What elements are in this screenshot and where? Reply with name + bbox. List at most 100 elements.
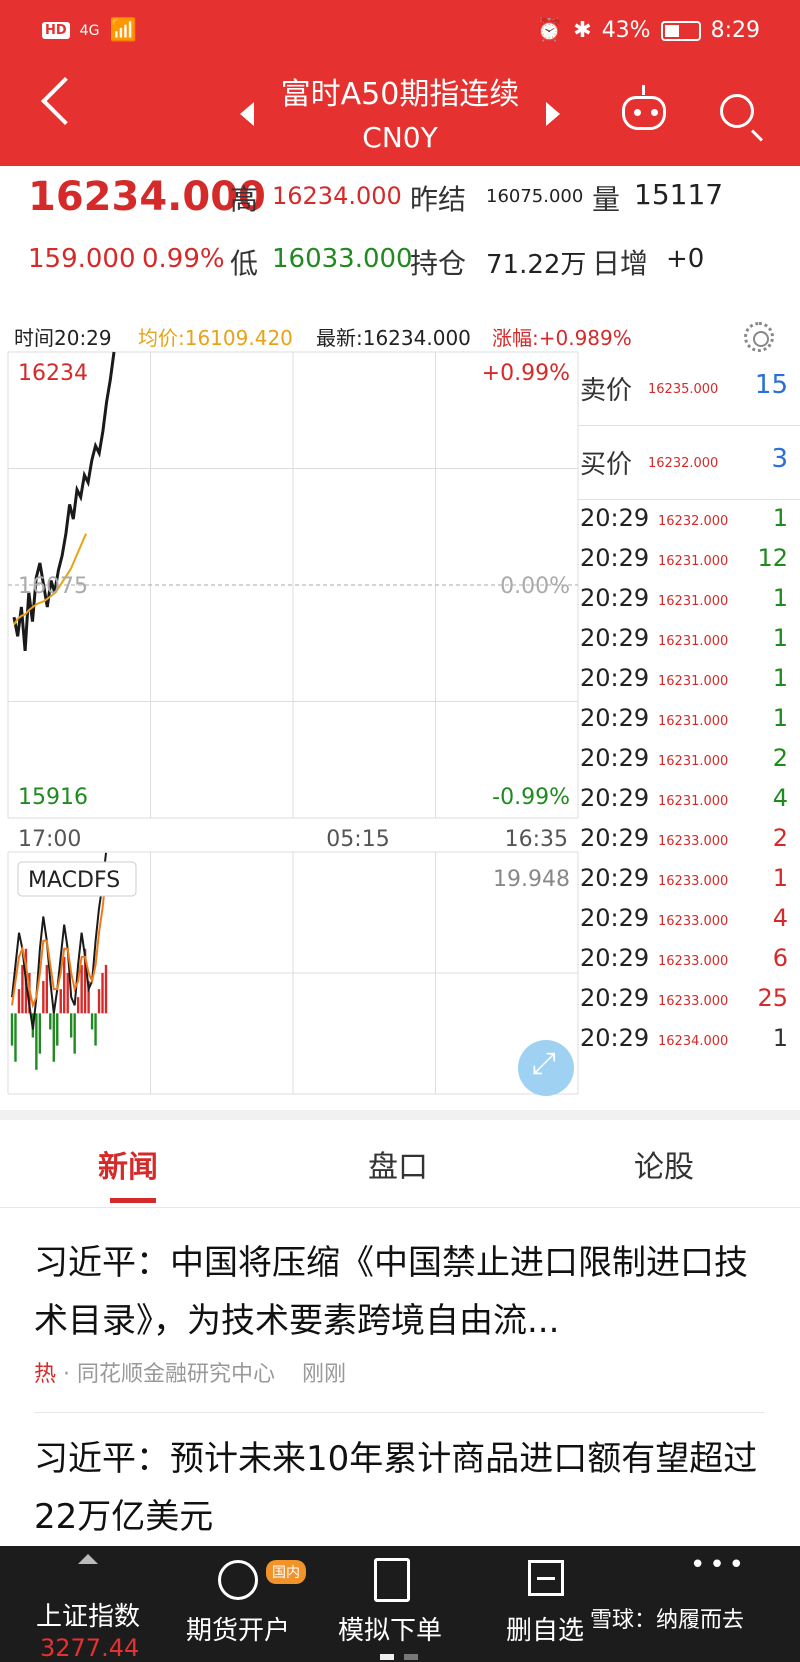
macd-bar: [66, 973, 69, 1014]
tick-price: 16233.000: [658, 914, 729, 929]
tab-discussion[interactable]: 论股: [634, 1142, 694, 1186]
tick-time: 20:29: [580, 984, 650, 1012]
y-mid-label: 16075: [18, 574, 88, 599]
ask-volume: 15: [754, 370, 788, 400]
tick-price: 16231.000: [658, 554, 729, 569]
bid-price: 16232.000: [648, 456, 719, 471]
tick-row: 20:29 16232.000 1: [578, 500, 800, 540]
tick-time: 20:29: [580, 624, 650, 652]
news-headline[interactable]: 习近平：中国将压缩《中国禁止进口限制进口技术目录》，为技术要素跨境自由流...: [34, 1234, 764, 1350]
tick-row: 20:29 16231.000 1: [578, 660, 800, 700]
more-icon[interactable]: •••: [690, 1550, 748, 1580]
tick-price: 16233.000: [658, 994, 729, 1009]
tick-time: 20:29: [580, 664, 650, 692]
tick-price: 16231.000: [658, 754, 729, 769]
tick-price: 16231.000: [658, 634, 729, 649]
macd-bar: [10, 1013, 14, 1046]
news-headline[interactable]: 习近平：预计未来10年累计商品进口额有望超过22万亿美元: [34, 1430, 764, 1546]
macd-bar: [14, 1013, 17, 1062]
macd-bar: [45, 964, 49, 1014]
tick-time: 20:29: [580, 584, 650, 612]
tick-row: 20:29 16231.000 12: [578, 540, 800, 580]
bottom-nav: 上证指数 3277.44 国内 期货开户 模拟下单 删自选 ••• 雪球：纳履而…: [0, 1546, 800, 1662]
tick-time: 20:29: [580, 1024, 650, 1052]
tick-time: 20:29: [580, 784, 650, 812]
bid-label: 买价: [580, 450, 633, 480]
macd-bar: [38, 1013, 42, 1054]
tab-news[interactable]: 新闻: [98, 1142, 158, 1186]
macd-bar: [17, 989, 21, 1014]
macd-bar: [49, 1013, 52, 1030]
indicator-label: MACDFS: [28, 868, 120, 893]
watermark: 雪球：纳履而去: [590, 1608, 745, 1633]
macd-bar: [35, 1013, 38, 1070]
tick-price: 16231.000: [658, 714, 729, 729]
tick-price: 16234.000: [658, 1034, 729, 1049]
ask-label: 卖价: [580, 376, 633, 406]
news-source: 同花顺金融研究中心: [77, 1362, 276, 1387]
x-label: 16:35: [505, 827, 568, 852]
news-divider: [34, 1412, 764, 1413]
index-label[interactable]: 上证指数: [36, 1596, 140, 1633]
fullscreen-expand-icon[interactable]: [518, 1040, 574, 1096]
macd-top-value: 19.948: [493, 867, 570, 892]
tick-volume: 1: [772, 504, 788, 532]
macd-bar: [73, 1013, 76, 1054]
news-item[interactable]: 习近平：中国将压缩《中国禁止进口限制进口技术目录》，为技术要素跨境自由流... …: [34, 1234, 764, 1388]
macd-bar: [42, 981, 45, 1014]
simulated-order-icon[interactable]: [374, 1558, 410, 1602]
macd-bar: [97, 989, 101, 1014]
active-tab-indicator: [110, 1198, 156, 1203]
tick-volume: 1: [772, 584, 788, 612]
tick-row: 20:29 16233.000 1: [578, 860, 800, 900]
futures-account-icon[interactable]: [218, 1560, 258, 1600]
home-indicator: [380, 1654, 394, 1660]
macd-bar: [52, 1013, 55, 1062]
domestic-badge: 国内: [266, 1560, 306, 1584]
macd-bar: [21, 964, 24, 1014]
remove-watchlist-icon[interactable]: [528, 1560, 564, 1596]
tab-order-book[interactable]: 盘口: [368, 1142, 428, 1186]
bid-volume: 3: [771, 444, 788, 474]
simulated-order-button[interactable]: 模拟下单: [338, 1610, 442, 1647]
futures-account-button[interactable]: 期货开户: [186, 1610, 290, 1647]
tick-time: 20:29: [580, 864, 650, 892]
tick-row: 20:29 16234.000 1: [578, 1020, 800, 1060]
tick-row: 20:29 16231.000 1: [578, 620, 800, 660]
tick-row: 20:29 16231.000 4: [578, 780, 800, 820]
tick-volume: 25: [757, 984, 788, 1012]
tick-row: 20:29 16231.000 1: [578, 580, 800, 620]
expand-up-icon[interactable]: [78, 1554, 98, 1564]
tick-price: 16232.000: [658, 514, 729, 529]
remove-watchlist-button[interactable]: 删自选: [506, 1610, 584, 1647]
tick-time: 20:29: [580, 744, 650, 772]
macd-bar: [80, 964, 83, 1014]
tick-volume: 4: [772, 784, 788, 812]
tick-time: 20:29: [580, 504, 650, 532]
news-time: 刚刚: [302, 1362, 347, 1387]
x-label: 17:00: [18, 827, 81, 852]
tick-time: 20:29: [580, 544, 650, 572]
news-item[interactable]: 习近平：预计未来10年累计商品进口额有望超过22万亿美元: [34, 1430, 764, 1546]
tick-price: 16233.000: [658, 834, 729, 849]
tick-volume: 1: [772, 864, 788, 892]
tick-volume: 2: [772, 744, 788, 772]
macd-bar: [69, 1013, 73, 1038]
tick-row: 20:29 16233.000 4: [578, 900, 800, 940]
macd-bar: [94, 1013, 97, 1046]
y-bottom-label: 15916: [18, 785, 88, 810]
ask-price: 16235.000: [648, 382, 719, 397]
tick-price: 16231.000: [658, 674, 729, 689]
tick-time: 20:29: [580, 944, 650, 972]
tick-volume: 1: [772, 1024, 788, 1052]
home-indicator: [404, 1654, 418, 1660]
tick-price: 16233.000: [658, 954, 729, 969]
tick-time: 20:29: [580, 824, 650, 852]
price-line: [12, 351, 116, 652]
macd-bar: [90, 1013, 94, 1030]
tick-volume: 12: [757, 544, 788, 572]
news-meta: 热 · 同花顺金融研究中心 刚刚: [34, 1356, 764, 1388]
tick-volume: 1: [772, 704, 788, 732]
bid-row: 买价 16232.000 3: [578, 426, 800, 500]
tick-price: 16231.000: [658, 794, 729, 809]
